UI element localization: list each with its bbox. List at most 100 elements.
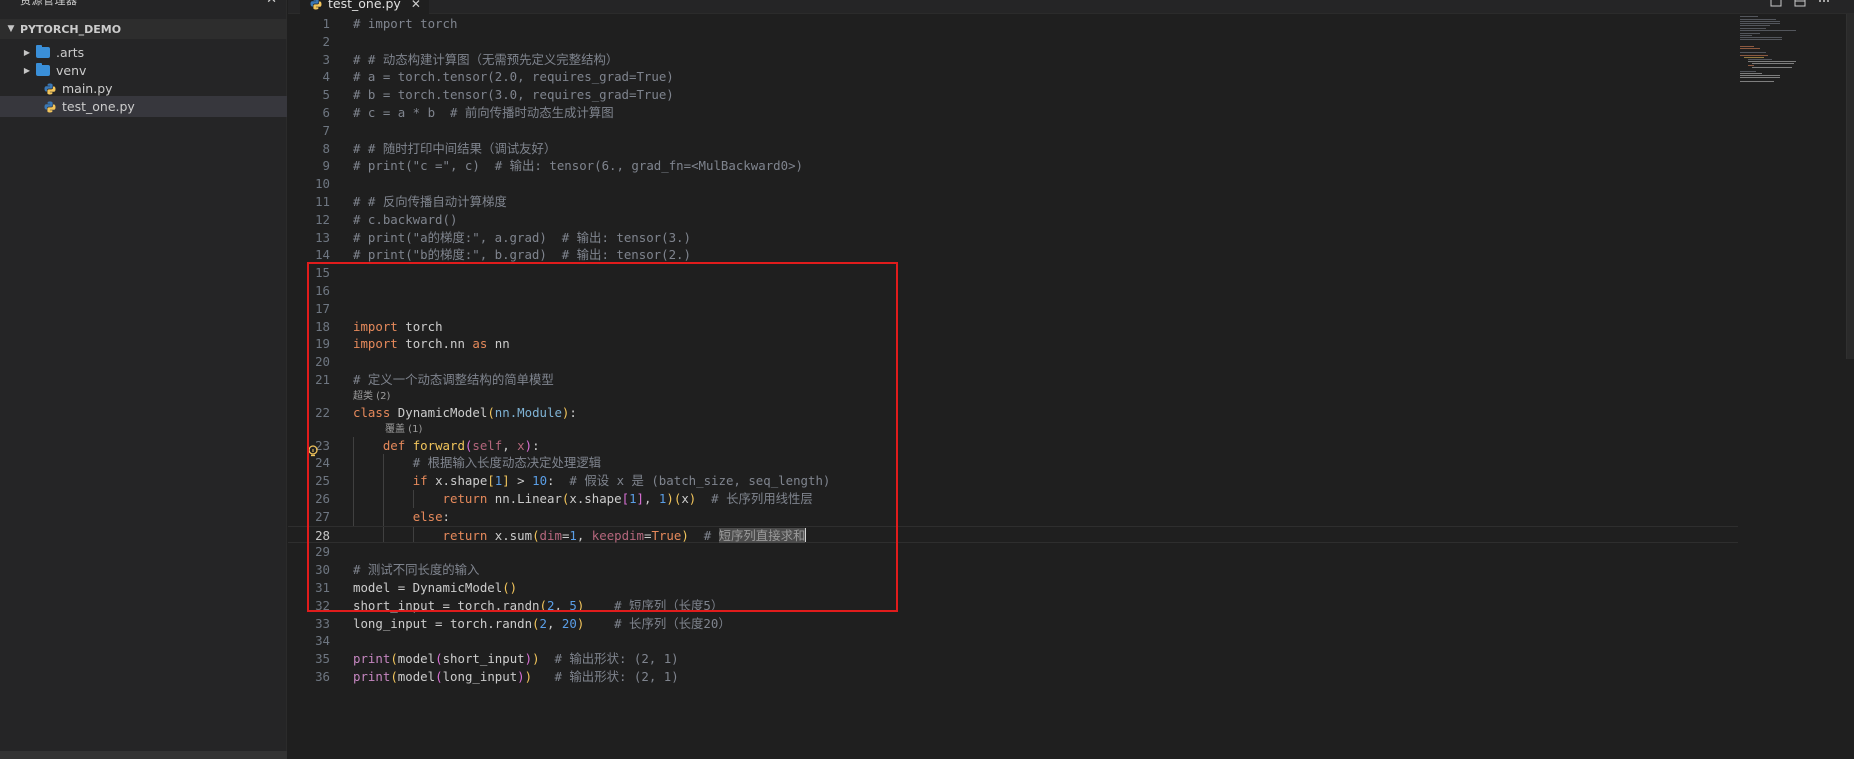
- line-number: 35: [315, 651, 330, 667]
- more-actions-icon[interactable]: ···: [240, 0, 252, 7]
- code-line[interactable]: 21 # 定义一个动态调整结构的简单模型: [288, 371, 1738, 389]
- code-line[interactable]: 13 # print("a的梯度:", a.grad) # 输出: tensor(…: [288, 229, 1738, 247]
- line-number: 15: [315, 265, 330, 281]
- line-content: class DynamicModel(nn.Module):: [353, 404, 577, 420]
- code-line[interactable]: 32 short_input = torch.randn(2, 5) # 短序列（…: [288, 597, 1738, 615]
- code-line[interactable]: 34: [288, 632, 1738, 650]
- code-line[interactable]: 29: [288, 543, 1738, 561]
- codelens-superclass[interactable]: 超类 (2): [288, 389, 1738, 404]
- explorer-header: 资源管理器 ··· ✕: [0, 0, 287, 12]
- line-content: else:: [412, 508, 450, 524]
- code-line[interactable]: 4 # a = torch.tensor(2.0, requires_grad=T…: [288, 68, 1738, 86]
- code-line[interactable]: 25 if x.shape[1] > 10: # 假设 x 是 (batch_s…: [288, 472, 1738, 490]
- line-number: 11: [315, 193, 330, 209]
- code-line[interactable]: 19 import torch.nn as nn: [288, 335, 1738, 353]
- close-icon[interactable]: ✕: [266, 0, 277, 7]
- lightbulb-icon[interactable]: [307, 445, 319, 457]
- sidebar-bottom-bar: [0, 751, 287, 759]
- code-line[interactable]: 6 # c = a * b # 前向传播时动态生成计算图: [288, 104, 1738, 122]
- more-actions-icon[interactable]: [1818, 0, 1830, 7]
- code-line[interactable]: 5 # b = torch.tensor(3.0, requires_grad=T…: [288, 86, 1738, 104]
- line-number: 2: [322, 33, 330, 49]
- code-line[interactable]: 24 # 根据输入长度动态决定处理逻辑: [288, 454, 1738, 473]
- tab-label: test_one.py: [328, 0, 401, 11]
- line-content: print(model(long_input)) # 输出形状: (2, 1): [353, 668, 679, 684]
- codelens-override[interactable]: 覆盖 (1): [288, 422, 1738, 437]
- minimap[interactable]: [1738, 14, 1798, 84]
- code-line[interactable]: 36 print(model(long_input)) # 输出形状: (2, 1…: [288, 668, 1738, 686]
- line-content: # # 反向传播自动计算梯度: [353, 193, 507, 209]
- code-area[interactable]: 1 # import torch 2 3 # # 动态构建计算图（无需预先定义完整结…: [288, 15, 1738, 686]
- code-line[interactable]: 14 # print("b的梯度:", b.grad) # 输出: tensor(…: [288, 246, 1738, 264]
- codelens-label[interactable]: 覆盖 (1): [385, 422, 422, 437]
- code-line[interactable]: 18 import torch: [288, 318, 1738, 336]
- line-content: # b = torch.tensor(3.0, requires_grad=Tr…: [353, 87, 674, 103]
- code-line[interactable]: 27 else:: [288, 507, 1738, 526]
- tree-item-test-one-py[interactable]: test_one.py: [0, 96, 287, 117]
- line-number: 26: [315, 490, 330, 506]
- layout-icon[interactable]: [1794, 0, 1806, 7]
- line-number: 9: [322, 158, 330, 174]
- code-line[interactable]: 9 # print("c =", c) # 输出: tensor(6., grad…: [288, 157, 1738, 175]
- explorer-sidebar: 资源管理器 ··· ✕ ▼ PYTORCH_DEMO ▶ .arts ▶ ven…: [0, 0, 287, 759]
- line-number: 3: [322, 51, 330, 67]
- explorer-title: 资源管理器: [20, 0, 78, 7]
- code-line[interactable]: 15: [288, 264, 1738, 282]
- selected-text[interactable]: 短序列直接求和: [718, 527, 806, 543]
- line-number: 30: [315, 562, 330, 578]
- line-number: 31: [315, 579, 330, 595]
- code-line[interactable]: 23 def forward(self, x):: [288, 436, 1738, 455]
- code-line[interactable]: 35 print(model(short_input)) # 输出形状: (2, …: [288, 650, 1738, 668]
- text-cursor: [805, 527, 807, 542]
- line-content: long_input = torch.randn(2, 20) # 长序列（长度…: [353, 615, 731, 631]
- code-line[interactable]: 31 model = DynamicModel(): [288, 579, 1738, 597]
- code-line[interactable]: 30 # 测试不同长度的输入: [288, 561, 1738, 579]
- folder-icon: [36, 63, 50, 76]
- code-line[interactable]: 12 # c.backward(): [288, 211, 1738, 229]
- tab-test-one-py[interactable]: test_one.py ✕: [300, 0, 429, 14]
- line-content: import torch.nn as nn: [353, 336, 510, 352]
- code-line[interactable]: 26 return nn.Linear(x.shape[1], 1)(x) # …: [288, 489, 1738, 508]
- codelens-label[interactable]: 超类 (2): [353, 389, 390, 404]
- line-content: # 定义一个动态调整结构的简单模型: [353, 371, 554, 387]
- line-number: 16: [315, 282, 330, 298]
- line-content: # # 动态构建计算图（无需预先定义完整结构）: [353, 51, 619, 67]
- python-file-icon: [44, 83, 56, 94]
- project-root-header[interactable]: ▼ PYTORCH_DEMO: [0, 19, 287, 39]
- code-line[interactable]: 8 # # 随时打印中间结果（调试友好）: [288, 140, 1738, 158]
- line-number: 20: [315, 354, 330, 370]
- line-number: 7: [322, 122, 330, 138]
- code-line[interactable]: 17: [288, 300, 1738, 318]
- python-file-icon: [310, 0, 322, 9]
- explorer-actions: ··· ✕: [240, 0, 277, 7]
- code-line[interactable]: 10: [288, 175, 1738, 193]
- line-content: def forward(self, x):: [382, 437, 540, 453]
- vertical-scrollbar[interactable]: [1846, 14, 1854, 359]
- code-line-current[interactable]: 28 return x.sum(dim=1, keepdim=True) # 短…: [288, 525, 1738, 544]
- code-line[interactable]: 11 # # 反向传播自动计算梯度: [288, 193, 1738, 211]
- code-editor[interactable]: 1 # import torch 2 3 # # 动态构建计算图（无需预先定义完整结…: [288, 15, 1854, 759]
- code-line[interactable]: 33 long_input = torch.randn(2, 20) # 长序列（…: [288, 615, 1738, 633]
- line-content: model = DynamicModel(): [353, 579, 518, 595]
- line-number: 12: [315, 211, 330, 227]
- line-content: import torch: [353, 318, 443, 334]
- line-number: 29: [315, 544, 330, 560]
- line-number: 28: [315, 527, 330, 543]
- line-number: 34: [315, 633, 330, 649]
- code-line[interactable]: 16: [288, 282, 1738, 300]
- tree-item-label: test_one.py: [62, 99, 135, 114]
- code-line[interactable]: 1 # import torch: [288, 15, 1738, 33]
- code-line[interactable]: 2: [288, 33, 1738, 51]
- code-line[interactable]: 3 # # 动态构建计算图（无需预先定义完整结构）: [288, 51, 1738, 69]
- editor-tab-bar: test_one.py ✕: [288, 0, 1854, 14]
- code-line[interactable]: 7: [288, 122, 1738, 140]
- line-content: # 根据输入长度动态决定处理逻辑: [412, 455, 602, 471]
- line-number: 36: [315, 668, 330, 684]
- line-number: 14: [315, 247, 330, 263]
- code-line[interactable]: 20: [288, 353, 1738, 371]
- line-number: 25: [315, 473, 330, 489]
- tree-item-label: main.py: [62, 81, 113, 96]
- code-line[interactable]: 22 class DynamicModel(nn.Module):: [288, 404, 1738, 422]
- split-editor-icon[interactable]: [1770, 0, 1782, 7]
- tab-close-icon[interactable]: ✕: [411, 0, 421, 11]
